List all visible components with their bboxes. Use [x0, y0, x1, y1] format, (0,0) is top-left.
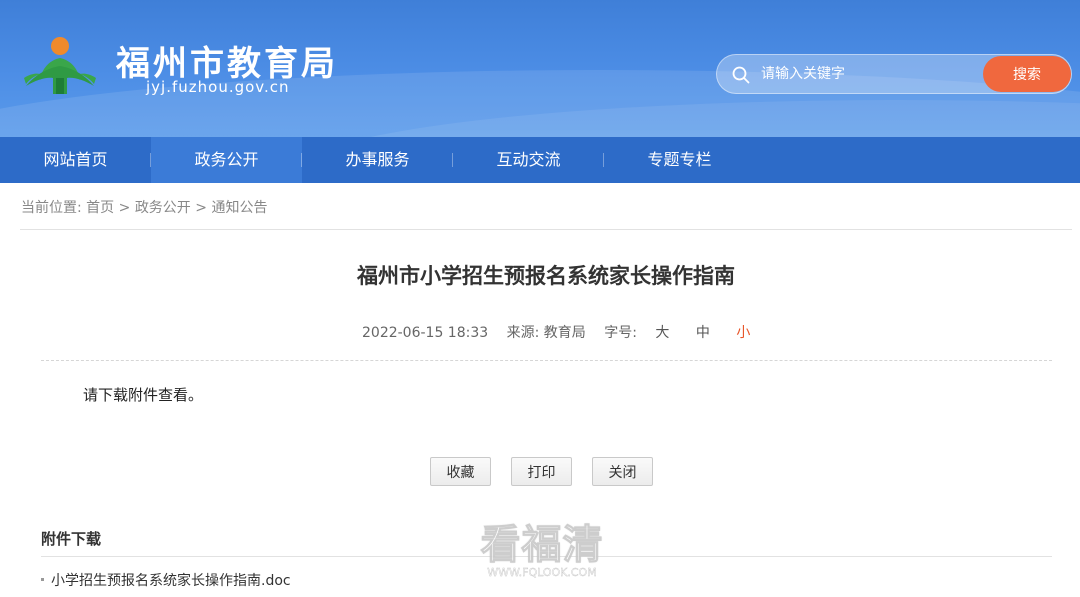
nav-item-special-topics[interactable]: 专题专栏 [604, 137, 755, 183]
close-button[interactable]: 关闭 [592, 457, 653, 486]
breadcrumb: 当前位置: 首页 > 政务公开 > 通知公告 [21, 197, 267, 217]
font-size-small[interactable]: 小 [736, 325, 750, 341]
breadcrumb-separator: > [195, 200, 207, 216]
article-body: 请下载附件查看。 [83, 386, 204, 404]
watermark-text: 看福清 [480, 522, 604, 569]
article-actions: 收藏 打印 关闭 [430, 457, 653, 486]
breadcrumb-divider [20, 229, 1072, 230]
font-size-label: 字号: [604, 325, 637, 341]
nav-item-label: 办事服务 [345, 150, 410, 169]
search-box: 搜索 [716, 54, 1072, 94]
attachment-item: 小学招生预报名系统家长操作指南.doc [41, 570, 291, 590]
article-meta: 2022-06-15 18:33 来源: 教育局 字号: 大 中 小 [362, 322, 772, 342]
breadcrumb-government-affairs[interactable]: 政务公开 [135, 200, 191, 216]
watermark-url: WWW.FQLOOK.COM [487, 566, 597, 579]
nav-item-label: 政务公开 [194, 150, 259, 169]
search-icon [732, 66, 750, 84]
breadcrumb-home[interactable]: 首页 [86, 200, 114, 216]
nav-item-interaction[interactable]: 互动交流 [453, 137, 604, 183]
search-input[interactable] [761, 55, 981, 93]
font-size-medium[interactable]: 中 [696, 325, 710, 341]
breadcrumb-notices[interactable]: 通知公告 [211, 200, 267, 216]
attachments-title: 附件下载 [41, 530, 102, 548]
bureau-logo-icon[interactable] [20, 34, 100, 98]
bullet-icon [41, 577, 44, 581]
search-button[interactable]: 搜索 [983, 56, 1071, 92]
main-nav: 网站首页 政务公开 办事服务 互动交流 专题专栏 [0, 137, 1080, 183]
nav-item-label: 专题专栏 [647, 150, 712, 169]
attachment-link[interactable]: 小学招生预报名系统家长操作指南.doc [51, 573, 291, 589]
breadcrumb-prefix: 当前位置: [21, 200, 82, 216]
nav-item-label: 互动交流 [496, 150, 561, 169]
meta-divider [41, 360, 1052, 361]
nav-item-services[interactable]: 办事服务 [302, 137, 453, 183]
nav-item-label: 网站首页 [43, 150, 108, 169]
font-size-large[interactable]: 大 [655, 325, 669, 341]
watermark: 看福清 WWW.FQLOOK.COM [472, 512, 612, 580]
article-title: 福州市小学招生预报名系统家长操作指南 [357, 264, 735, 288]
article-source: 来源: 教育局 [506, 325, 586, 341]
nav-item-home[interactable]: 网站首页 [0, 137, 151, 183]
site-domain: jyj.fuzhou.gov.cn [146, 78, 290, 96]
breadcrumb-separator: > [118, 200, 131, 216]
print-button[interactable]: 打印 [511, 457, 572, 486]
article-datetime: 2022-06-15 18:33 [362, 325, 489, 341]
site-header: 福州市教育局 jyj.fuzhou.gov.cn 搜索 [0, 0, 1080, 137]
nav-item-government-affairs[interactable]: 政务公开 [151, 137, 302, 183]
favorite-button[interactable]: 收藏 [430, 457, 491, 486]
